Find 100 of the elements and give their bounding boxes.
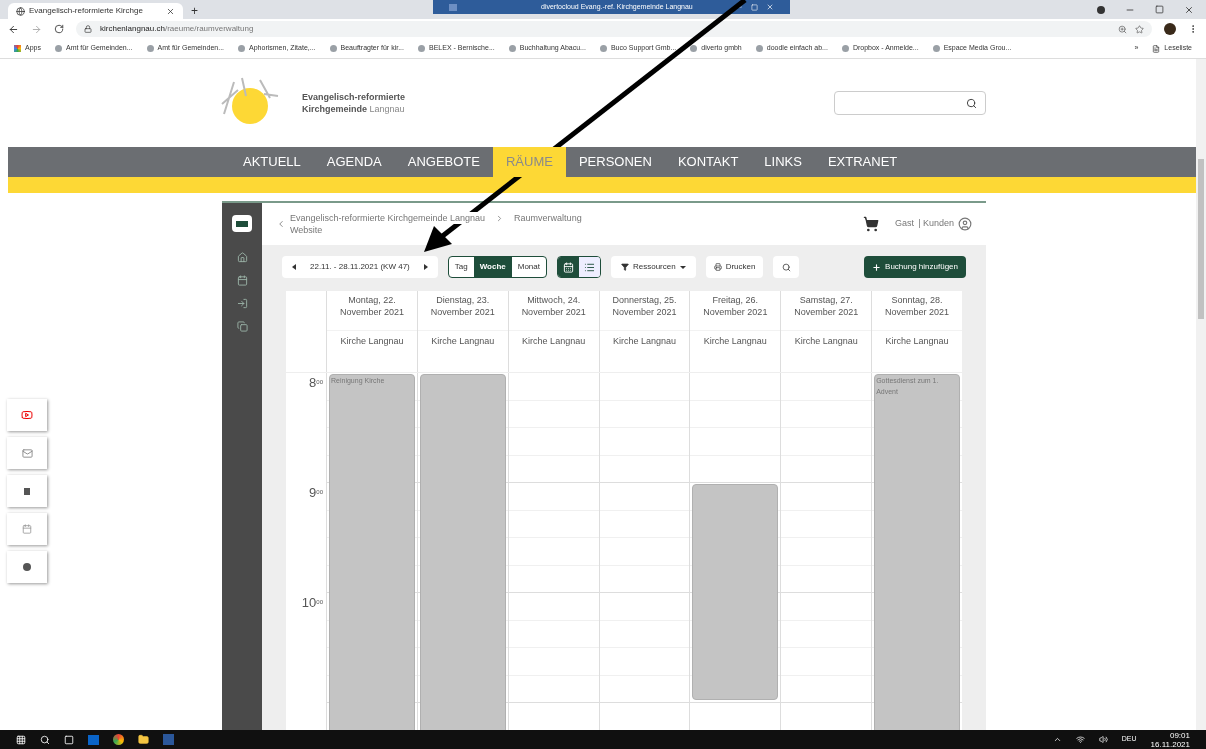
nav-link[interactable]: EXTRANET <box>814 147 911 177</box>
filter-icon <box>621 263 629 271</box>
day-header: Sonntag, 28. <box>890 294 944 306</box>
star-icon[interactable] <box>1135 24 1144 34</box>
day-header: Dienstag, 23. <box>435 294 491 306</box>
bookmark-icon <box>755 45 763 52</box>
app-logo-icon[interactable] <box>232 215 252 232</box>
lock-icon <box>84 25 92 33</box>
new-tab-button[interactable]: + <box>191 5 198 17</box>
breadcrumb-link[interactable]: Evangelisch-reformierte Kirchgemeinde Langnau <box>290 212 486 224</box>
day-header: November 2021 <box>520 306 587 318</box>
day-header: November 2021 <box>702 306 769 318</box>
search-icon[interactable] <box>40 734 50 745</box>
circle-button[interactable] <box>7 551 47 583</box>
breadcrumb-link[interactable]: Raumverwaltung <box>514 212 582 224</box>
bookmark-icon <box>14 45 21 52</box>
close-icon[interactable] <box>166 6 175 16</box>
display-mode-button[interactable] <box>558 257 579 277</box>
mail-icon <box>21 447 33 459</box>
printer-icon <box>713 263 722 271</box>
clock-time[interactable]: 09:01 <box>1169 730 1190 740</box>
hour-label: 9$^{00}$ <box>309 484 323 502</box>
resource-name: Kirche Langnau <box>884 335 950 348</box>
date-range: 22.11. - 28.11.2021 (KW 47) <box>310 261 410 273</box>
hour-label: 10$^{00}$ <box>301 594 323 612</box>
browser-tab[interactable]: Evangelisch-reformierte Kirchge <box>8 3 183 19</box>
bookmark-icon <box>690 45 698 52</box>
folder-icon[interactable] <box>138 734 149 745</box>
list-icon <box>584 261 595 273</box>
next-icon[interactable] <box>423 264 428 270</box>
home-icon[interactable] <box>236 252 248 263</box>
caret-icon <box>679 265 686 269</box>
resources-dropdown[interactable]: Ressourcen <box>611 256 696 278</box>
square-button[interactable] <box>7 475 47 507</box>
day-header: Freitag, 26. <box>711 294 760 306</box>
mail-app-icon[interactable] <box>88 734 99 745</box>
zoom-icon[interactable] <box>1118 24 1127 34</box>
calendar-icon[interactable] <box>236 275 248 286</box>
add-booking-button[interactable]: Buchung hinzufügen <box>864 256 966 278</box>
clock-date[interactable]: 16.11.2021 <box>1150 739 1190 749</box>
bookmark-icon <box>329 45 337 52</box>
nav-link[interactable]: LINKS <box>751 147 815 177</box>
date-range-control[interactable]: 22.11. - 28.11.2021 (KW 47) <box>282 256 438 278</box>
day-header: November 2021 <box>611 306 678 318</box>
resource-name: Kirche Langnau <box>521 335 587 348</box>
globe-icon <box>16 6 25 16</box>
nav-link[interactable]: KONTAKT <box>664 147 752 177</box>
org-name: Kirchgemeinde Langnau <box>302 103 406 115</box>
bookmark-icon <box>508 45 516 52</box>
resource-name: Kirche Langnau <box>430 335 496 348</box>
sign-in-icon[interactable] <box>236 298 248 309</box>
print-button[interactable]: Drucken <box>705 256 764 278</box>
address-field[interactable]: kirchenlangnau.ch/raeume/raumverwaltung <box>76 21 1152 37</box>
avatar-icon[interactable] <box>1164 23 1176 35</box>
day-header: Donnerstag, 25. <box>611 294 678 306</box>
day-header: November 2021 <box>793 306 860 318</box>
cart-icon[interactable] <box>863 216 880 232</box>
bookmark-icon <box>418 45 425 52</box>
user-name[interactable]: Gast <box>895 217 915 231</box>
nav-link[interactable]: AGENDA <box>313 147 395 177</box>
day-header: November 2021 <box>884 306 951 318</box>
view-tab[interactable]: Woche <box>473 257 512 277</box>
search-button[interactable] <box>773 256 800 278</box>
bookmark-icon <box>932 45 940 52</box>
org-name: Evangelisch-reformierte <box>302 91 406 103</box>
scrollbar[interactable] <box>1196 59 1206 730</box>
view-tab[interactable]: Tag <box>448 257 474 277</box>
task-view-icon[interactable] <box>64 734 74 745</box>
day-header: Montag, 22. <box>347 294 397 306</box>
search-icon <box>966 97 977 109</box>
chevron-icon[interactable] <box>1052 735 1062 744</box>
restore-icon[interactable] <box>1155 5 1164 14</box>
prev-icon[interactable] <box>292 264 296 270</box>
copy-icon[interactable] <box>236 321 248 332</box>
calendar-icon <box>22 524 32 534</box>
close-icon[interactable] <box>1184 4 1194 15</box>
browser-app-icon[interactable] <box>113 734 124 745</box>
volume-icon[interactable] <box>1098 735 1108 744</box>
nav-link[interactable]: PERSONEN <box>565 147 665 177</box>
network-icon[interactable] <box>1075 735 1085 744</box>
view-tab[interactable]: Monat <box>511 257 546 277</box>
windows-icon[interactable] <box>16 734 26 745</box>
day-header: November 2021 <box>338 306 405 318</box>
square-icon <box>24 487 30 495</box>
close-icon[interactable] <box>766 3 774 11</box>
reload-icon[interactable] <box>54 24 64 34</box>
day-header: Samstag, 27. <box>798 294 854 306</box>
user-icon[interactable] <box>958 217 972 231</box>
hour-label: 8$^{00}$ <box>309 374 323 392</box>
bookmark-icon <box>146 45 154 52</box>
back-icon[interactable] <box>8 23 19 35</box>
display-mode-button[interactable] <box>579 257 600 277</box>
video-button[interactable] <box>7 399 47 431</box>
search-icon <box>781 262 791 272</box>
user-role[interactable]: | Kunden <box>918 217 954 231</box>
nav-link[interactable]: ANGEBOTE <box>394 147 493 177</box>
search-field[interactable] <box>834 91 986 115</box>
nav-link[interactable]: AKTUELL <box>230 147 314 177</box>
bookmark-icon <box>54 45 62 52</box>
resource-name: Kirche Langnau <box>793 335 859 348</box>
